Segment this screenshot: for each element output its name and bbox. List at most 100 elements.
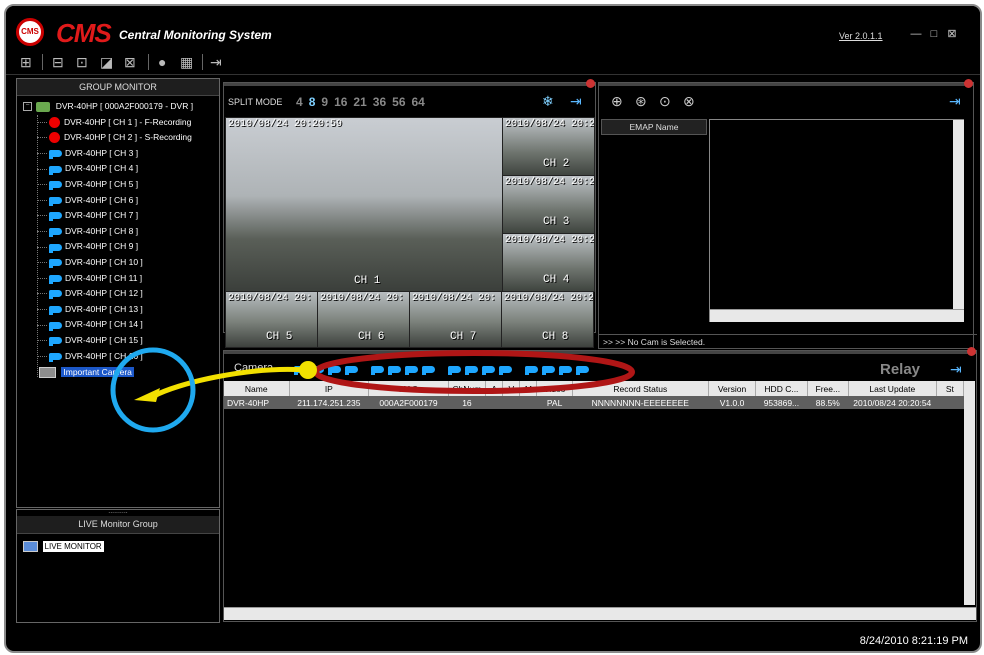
tree-item-channel[interactable]: DVR-40HP [ CH 8 ]: [37, 224, 219, 240]
table-vscroll[interactable]: [964, 381, 975, 605]
table-row[interactable]: DVR-40HP 211.174.251.235 000A2F000179 16 PAL…: [224, 396, 964, 409]
camera-icon[interactable]: [499, 366, 512, 376]
video-tile[interactable]: 2010/08/24 20:2 CH 4: [502, 233, 595, 292]
column-header[interactable]: A: [485, 381, 504, 396]
exit-icon[interactable]: ⇥: [210, 54, 222, 70]
emap-delete-icon[interactable]: ⊗: [683, 93, 695, 110]
channel-label: DVR-40HP [ CH 7 ]: [65, 210, 139, 221]
relay-label[interactable]: Relay: [880, 361, 920, 378]
version-link[interactable]: Ver 2.0.1.1: [839, 31, 883, 41]
column-header[interactable]: Free...: [807, 381, 849, 396]
camera-icon[interactable]: [542, 366, 555, 376]
video-tile[interactable]: 2010/08/24 20: CH 7: [409, 291, 502, 348]
camera-icon[interactable]: [388, 366, 401, 376]
emap-view-icon[interactable]: ⊙: [659, 93, 671, 110]
split-mode-64[interactable]: 64: [412, 95, 425, 109]
emap-add-icon[interactable]: ⊕: [611, 93, 623, 110]
emap-exit-icon[interactable]: ⇥: [949, 93, 961, 110]
split-mode-56[interactable]: 56: [392, 95, 405, 109]
camera-icon[interactable]: [422, 366, 435, 376]
edit-group-icon[interactable]: ◪: [100, 54, 113, 70]
exit-door-icon[interactable]: ⇥: [570, 93, 582, 110]
emap-view[interactable]: [709, 119, 964, 322]
tree-item-channel[interactable]: DVR-40HP [ CH 15 ]: [37, 333, 219, 349]
split-mode-8[interactable]: 8: [309, 95, 316, 109]
tree-item-channel[interactable]: DVR-40HP [ CH 4 ]: [37, 161, 219, 177]
snowflake-icon[interactable]: ❄: [542, 93, 554, 110]
tree-root-dvr[interactable]: − DVR-40HP [ 000A2F000179 - DVR ]: [23, 99, 219, 115]
column-header[interactable]: Name: [224, 381, 290, 396]
split-mode-4[interactable]: 4: [296, 95, 303, 109]
camera-icon[interactable]: [465, 366, 478, 376]
export-icon[interactable]: ▦: [180, 54, 193, 70]
table-hscroll[interactable]: [224, 607, 976, 620]
column-header[interactable]: MAC: [368, 381, 449, 396]
column-header[interactable]: V: [502, 381, 521, 396]
split-mode-21[interactable]: 21: [353, 95, 366, 109]
maximize-button[interactable]: □: [928, 28, 940, 40]
camera-icon[interactable]: [525, 366, 538, 376]
live-monitor-group-panel: .......... LIVE Monitor Group LIVE MONIT…: [16, 508, 220, 623]
cms-window: CMS CMS Central Monitoring System Ver 2.…: [4, 4, 982, 653]
tree-item-channel[interactable]: DVR-40HP [ CH 1 ] - F-Recording: [37, 115, 219, 131]
video-tile[interactable]: 2010/08/24 20:20:59 CH 1: [225, 117, 503, 292]
column-header[interactable]: M: [519, 381, 538, 396]
camera-icon[interactable]: [405, 366, 418, 376]
camera-icon[interactable]: [311, 366, 324, 376]
tree-item-channel[interactable]: DVR-40HP [ CH 9 ]: [37, 239, 219, 255]
tree-item-channel[interactable]: DVR-40HP [ CH 12 ]: [37, 286, 219, 302]
column-header[interactable]: Version: [708, 381, 757, 396]
camera-icon[interactable]: [328, 366, 341, 376]
emap-hscroll[interactable]: [710, 309, 964, 322]
column-header[interactable]: St: [936, 381, 964, 396]
video-timestamp: 2010/08/24 20:2: [505, 119, 595, 130]
emap-vscroll[interactable]: [953, 120, 964, 310]
column-header[interactable]: Last Update: [848, 381, 937, 396]
delete-group-icon[interactable]: ⊠: [124, 54, 136, 70]
channel-overlay-label: CH 1: [354, 275, 381, 287]
add-group-icon[interactable]: ⊡: [76, 54, 88, 70]
video-timestamp: 2010/08/24 20:: [228, 293, 313, 304]
emap-edit-icon[interactable]: ⊛: [635, 93, 647, 110]
tree-item-channel[interactable]: DVR-40HP [ CH 11 ]: [37, 271, 219, 287]
tree-item-channel[interactable]: DVR-40HP [ CH 13 ]: [37, 302, 219, 318]
column-header[interactable]: Record Status: [572, 381, 709, 396]
column-header[interactable]: HDD C...: [755, 381, 808, 396]
close-button[interactable]: ⊠: [946, 28, 958, 40]
camera-icon[interactable]: [576, 366, 589, 376]
table-exit-icon[interactable]: ⇥: [950, 361, 962, 378]
layout-grid-icon[interactable]: ⊞: [20, 54, 32, 70]
split-mode-9[interactable]: 9: [321, 95, 328, 109]
tree-item-channel[interactable]: DVR-40HP [ CH 2 ] - S-Recording: [37, 130, 219, 146]
video-tile[interactable]: 2010/08/24 20:2 CH 3: [502, 175, 595, 234]
tree-item-channel[interactable]: DVR-40HP [ CH 14 ]: [37, 317, 219, 333]
tree-item-channel[interactable]: DVR-40HP [ CH 6 ]: [37, 193, 219, 209]
add-device-icon[interactable]: ⊟: [52, 54, 64, 70]
camera-icon[interactable]: [345, 366, 358, 376]
minimize-button[interactable]: —: [910, 28, 922, 40]
camera-icon[interactable]: [448, 366, 461, 376]
tree-item-important-camera[interactable]: Important Camera: [23, 365, 219, 381]
video-tile[interactable]: 2010/08/24 20: CH 5: [225, 291, 318, 348]
column-header[interactable]: Video: [536, 381, 573, 396]
split-mode-16[interactable]: 16: [334, 95, 347, 109]
camera-icon[interactable]: [294, 366, 307, 376]
tree-item-channel[interactable]: DVR-40HP [ CH 10 ]: [37, 255, 219, 271]
video-tile[interactable]: 2010/08/24 20:2 CH 2: [502, 117, 595, 176]
emap-name-column[interactable]: EMAP Name: [601, 119, 707, 135]
record-icon[interactable]: ●: [158, 54, 166, 70]
tree-item-channel[interactable]: DVR-40HP [ CH 16 ]: [37, 349, 219, 365]
camera-icon[interactable]: [371, 366, 384, 376]
split-mode-36[interactable]: 36: [373, 95, 386, 109]
camera-icon: [49, 181, 62, 191]
tree-item-channel[interactable]: DVR-40HP [ CH 7 ]: [37, 208, 219, 224]
camera-icon[interactable]: [482, 366, 495, 376]
video-tile[interactable]: 2010/08/24 20: CH 6: [317, 291, 410, 348]
column-header[interactable]: ChNum: [448, 381, 487, 396]
video-tile[interactable]: 2010/08/24 20:2 CH 8: [501, 291, 594, 348]
tree-item-channel[interactable]: DVR-40HP [ CH 3 ]: [37, 146, 219, 162]
column-header[interactable]: IP: [289, 381, 370, 396]
camera-icon[interactable]: [559, 366, 572, 376]
tree-item-channel[interactable]: DVR-40HP [ CH 5 ]: [37, 177, 219, 193]
live-monitor-item[interactable]: LIVE MONITOR: [17, 534, 219, 553]
